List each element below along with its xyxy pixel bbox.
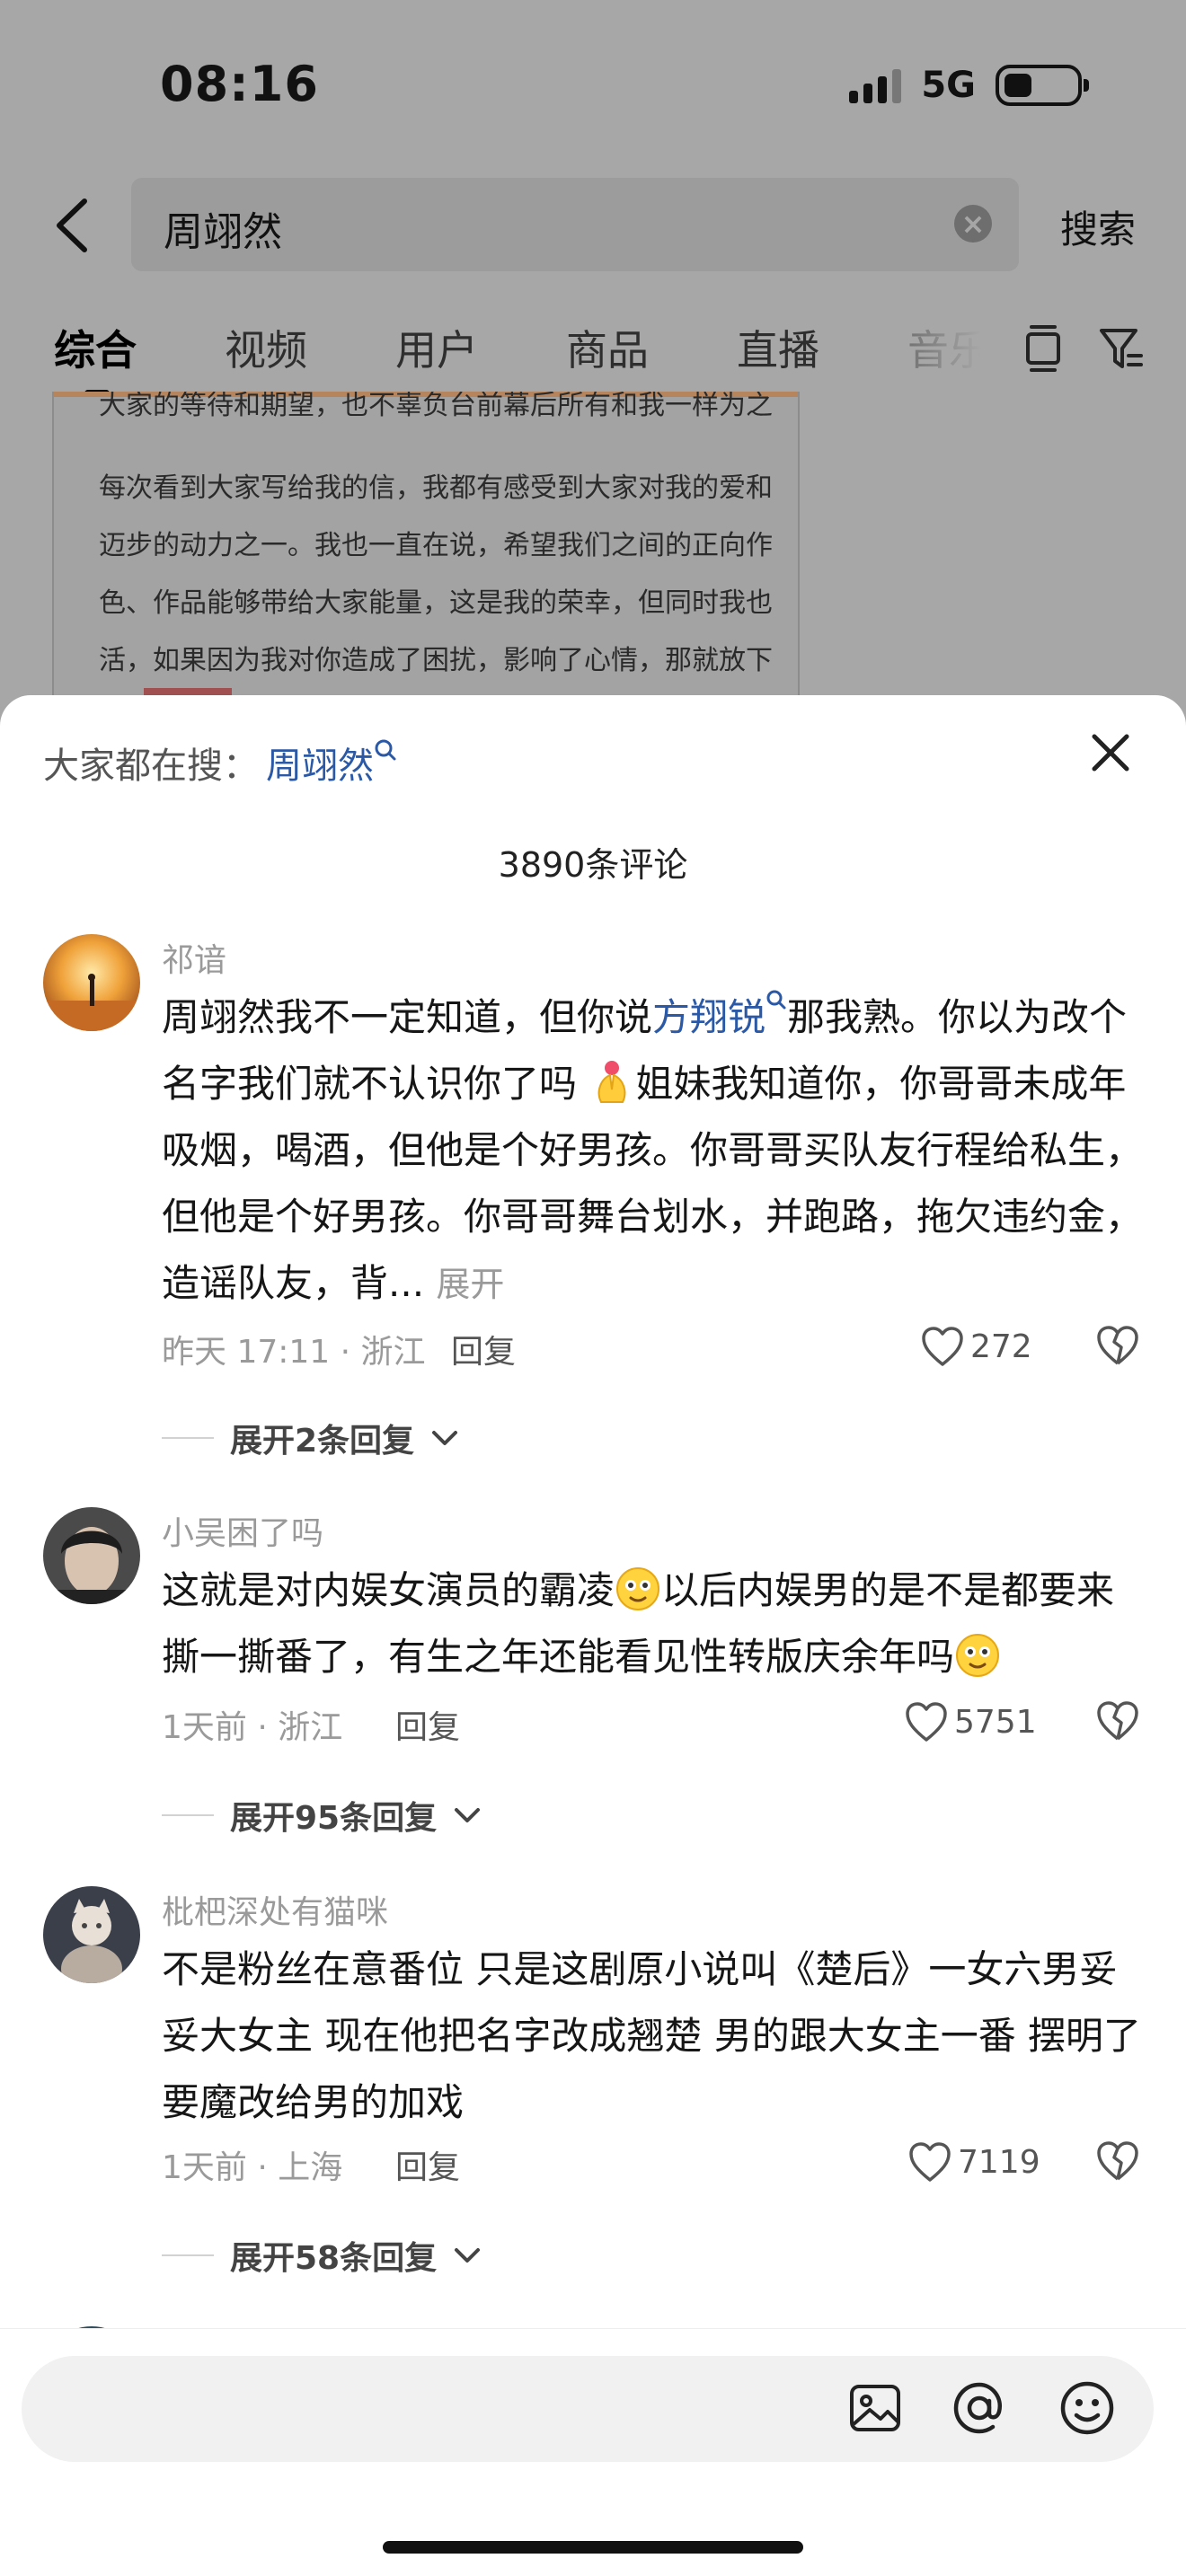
background-document-preview: 大家的等待和期望，也不辜负台前幕后所有和我一样为之 每次看到大家写给我的信，我都… xyxy=(52,392,800,697)
broken-heart-icon[interactable] xyxy=(1094,1322,1141,1369)
comment-time-location: 1天前 · 上海 xyxy=(162,2149,343,2186)
expand-divider xyxy=(162,1437,214,1439)
like-button[interactable]: 7119 xyxy=(907,2138,1040,2186)
network-label: 5G xyxy=(921,65,976,106)
search-button[interactable]: 搜索 xyxy=(1060,199,1136,254)
expand-replies-button[interactable]: 展开2条回复 xyxy=(162,1416,459,1460)
doc-line: 色、作品能够带给大家能量，这是我的荣幸，但同时我也 xyxy=(99,587,773,619)
status-bar: 08:16 5G xyxy=(0,0,1186,171)
battery-icon xyxy=(996,65,1089,106)
trending-label: 大家都在搜： xyxy=(43,745,259,787)
pray-hands-emoji-icon xyxy=(598,1061,626,1103)
smile-emoji-icon xyxy=(616,1567,660,1610)
tab-bar: 综合 视频 用户 商品 直播 音乐 xyxy=(0,311,1186,401)
comment-input[interactable] xyxy=(22,2356,1154,2462)
heart-icon xyxy=(909,2142,951,2182)
comment-count: 3890条评论 xyxy=(498,845,688,885)
heart-icon xyxy=(906,1702,947,1742)
comment-time-location: 1天前 · 浙江 xyxy=(162,1709,343,1746)
filter-icon[interactable] xyxy=(1098,323,1143,374)
layout-icon[interactable] xyxy=(1021,323,1066,374)
comment-text: 这就是对内娱女演员的霸凌 以后内娱男的是不是都要来撕一撕番了，有生之年还能看见性转… xyxy=(162,1557,1150,1690)
tab-fade xyxy=(895,311,1003,401)
doc-line: 活，如果因为我对你造成了困扰，影响了心情，那就放下 xyxy=(99,645,773,676)
chevron-down-icon xyxy=(455,2248,481,2263)
trending-search-link[interactable]: 周翊然 xyxy=(266,737,397,789)
comment-username[interactable]: 小吴困了吗 xyxy=(162,1507,323,1554)
signal-icon xyxy=(849,67,902,103)
expand-replies-label: 展开58条回复 xyxy=(230,2240,438,2277)
emoji-icon[interactable] xyxy=(1058,2379,1116,2437)
avatar[interactable] xyxy=(43,934,140,1031)
like-button[interactable]: 272 xyxy=(920,1322,1032,1371)
expand-replies-label: 展开2条回复 xyxy=(230,1423,415,1460)
tab-products[interactable]: 商品 xyxy=(566,318,649,377)
doc-line: 大家的等待和期望，也不辜负台前幕后所有和我一样为之 xyxy=(99,392,773,421)
comment-time-location: 昨天 17:11 · 浙江 xyxy=(162,1334,426,1371)
search-icon xyxy=(766,990,786,1010)
close-icon[interactable] xyxy=(1085,728,1136,778)
avatar-image xyxy=(43,934,140,1031)
reply-button[interactable]: 回复 xyxy=(395,2141,460,2188)
comment-mention-link[interactable]: 方翔锐 xyxy=(652,990,787,1039)
comment-text: 周翊然我不一定知道，但你说方翔锐 那我熟。你以为改个名字我们就不认识你了吗 姐妹我… xyxy=(162,984,1150,1318)
chevron-down-icon xyxy=(432,1431,458,1445)
tab-live[interactable]: 直播 xyxy=(737,318,819,377)
comment-text-part: 这就是对内娱女演员的霸凌 xyxy=(162,1568,615,1612)
avatar-image xyxy=(43,1886,140,1983)
heart-icon xyxy=(922,1327,963,1366)
like-count: 272 xyxy=(970,1328,1032,1365)
image-icon[interactable] xyxy=(846,2379,904,2437)
like-button[interactable]: 5751 xyxy=(904,1698,1037,1746)
doc-line: 每次看到大家写给我的信，我都有感受到大家对我的爱和 xyxy=(99,472,773,504)
comment-username[interactable]: 祁谙 xyxy=(162,934,226,981)
chevron-down-icon xyxy=(455,1808,481,1822)
comment-text-part: 周翊然我不一定知道，但你说 xyxy=(162,995,653,1039)
search-input[interactable]: 周翊然 × xyxy=(131,178,1019,271)
expand-text-button[interactable]: 展开 xyxy=(436,1265,504,1304)
home-indicator xyxy=(383,2541,803,2554)
broken-heart-icon[interactable] xyxy=(1094,1698,1141,1744)
like-count: 7119 xyxy=(958,2143,1040,2181)
at-icon[interactable] xyxy=(951,2379,1008,2437)
comment-text: 不是粉丝在意番位 只是这剧原小说叫《楚后》一女六男妥妥大女主 现在他把名字改成翘… xyxy=(162,1947,1142,2124)
smile-emoji-icon xyxy=(956,1634,1000,1677)
search-bar-row: 周翊然 × 搜索 xyxy=(0,176,1186,275)
trending-term: 周翊然 xyxy=(266,745,374,787)
broken-heart-icon[interactable] xyxy=(1094,2138,1141,2184)
avatar[interactable] xyxy=(43,1507,140,1604)
comment-sheet: 大家都在搜： 周翊然 3890条评论 祁谙 周翊然我不一定知道，但你说方翔锐 那我… xyxy=(0,695,1186,2576)
expand-replies-button[interactable]: 展开58条回复 xyxy=(162,2233,482,2278)
expand-divider xyxy=(162,1814,214,1816)
tab-users[interactable]: 用户 xyxy=(395,318,478,377)
reply-button[interactable]: 回复 xyxy=(395,1701,460,1748)
doc-line: 迈步的动力之一。我也一直在说，希望我们之间的正向作 xyxy=(99,530,773,561)
mention-text: 方翔锐 xyxy=(652,995,766,1039)
like-count: 5751 xyxy=(954,1703,1037,1741)
status-indicators: 5G xyxy=(849,63,1089,108)
expand-replies-button[interactable]: 展开95条回复 xyxy=(162,1793,482,1838)
status-time: 08:16 xyxy=(160,56,319,112)
tab-comprehensive[interactable]: 综合 xyxy=(54,318,137,377)
expand-replies-label: 展开95条回复 xyxy=(230,1800,438,1837)
tab-video[interactable]: 视频 xyxy=(225,318,307,377)
doc-highlight-mark xyxy=(144,688,232,695)
clear-icon[interactable]: × xyxy=(954,205,992,243)
comment-username[interactable]: 枇杷深处有猫咪 xyxy=(162,1886,388,1933)
search-query: 周翊然 xyxy=(164,209,282,255)
back-arrow-icon[interactable] xyxy=(50,196,97,255)
comment-input-bar xyxy=(0,2328,1186,2576)
avatar-image xyxy=(43,1507,140,1604)
reply-button[interactable]: 回复 xyxy=(451,1326,516,1372)
avatar[interactable] xyxy=(43,1886,140,1983)
search-icon xyxy=(375,739,396,761)
expand-divider xyxy=(162,2254,214,2256)
